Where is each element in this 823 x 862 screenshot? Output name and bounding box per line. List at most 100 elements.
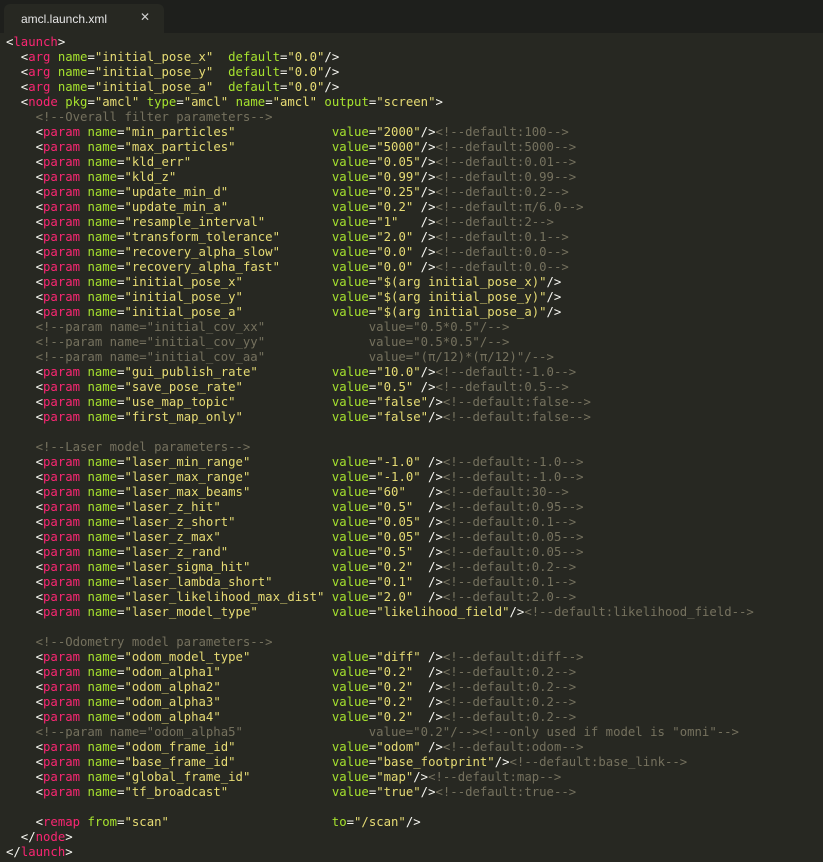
code-text: = [117, 155, 125, 169]
code-text: < [6, 665, 44, 679]
xml-attribute-value: "odom_model_type" [124, 650, 251, 664]
xml-attribute-name: name [87, 200, 118, 214]
code-line[interactable]: <param name="initial_pose_y" value="$(ar… [6, 290, 823, 305]
code-line[interactable]: <param name="transform_tolerance" value=… [6, 230, 823, 245]
code-text: /> [420, 185, 436, 199]
code-text: = [117, 755, 125, 769]
xml-attribute-value: "0.5" [376, 500, 414, 514]
code-line[interactable]: <param name="odom_alpha2" value="0.2" />… [6, 680, 823, 695]
code-line[interactable]: <param name="odom_model_type" value="dif… [6, 650, 823, 665]
code-line[interactable] [6, 425, 823, 440]
code-line[interactable] [6, 800, 823, 815]
code-text: < [6, 755, 44, 769]
code-line[interactable]: <param name="save_pose_rate" value="0.5"… [6, 380, 823, 395]
tab-amcl-launch-xml[interactable]: amcl.launch.xml ✕ [4, 4, 164, 33]
code-line[interactable]: </launch> [6, 845, 823, 860]
xml-attribute-name: value [331, 515, 369, 529]
code-line[interactable]: <param name="initial_pose_x" value="$(ar… [6, 275, 823, 290]
code-line[interactable]: <param name="resample_interval" value="1… [6, 215, 823, 230]
code-line[interactable]: <param name="laser_min_range" value="-1.… [6, 455, 823, 470]
xml-attribute-value: "recovery_alpha_slow" [124, 245, 280, 259]
code-text: < [6, 245, 44, 259]
xml-attribute-name: default [228, 80, 280, 94]
xml-attribute-value: "resample_interval" [124, 215, 266, 229]
code-line[interactable]: <!--param name="initial_cov_xx" value="0… [6, 320, 823, 335]
code-line[interactable]: <param name="use_map_topic" value="false… [6, 395, 823, 410]
code-line[interactable]: <remap from="scan" to="/scan"/> [6, 815, 823, 830]
code-line[interactable]: <param name="laser_likelihood_max_dist" … [6, 590, 823, 605]
code-line[interactable]: <param name="odom_alpha1" value="0.2" />… [6, 665, 823, 680]
code-line[interactable]: <param name="max_particles" value="5000"… [6, 140, 823, 155]
xml-attribute-value: "0.0" [287, 80, 325, 94]
code-line[interactable]: <node pkg="amcl" type="amcl" name="amcl"… [6, 95, 823, 110]
code-line[interactable]: <!--param name="initial_cov_yy" value="0… [6, 335, 823, 350]
code-area[interactable]: <launch> <arg name="initial_pose_x" defa… [6, 35, 823, 860]
code-text: < [6, 410, 44, 424]
xml-tag-name: param [43, 305, 81, 319]
code-line[interactable]: <param name="tf_broadcast" value="true"/… [6, 785, 823, 800]
xml-tag-name: param [43, 470, 81, 484]
code-line[interactable]: <launch> [6, 35, 823, 50]
code-line[interactable]: <!--param name="odom_alpha5" value="0.2"… [6, 725, 823, 740]
code-line[interactable]: <param name="kld_z" value="0.99"/><!--de… [6, 170, 823, 185]
code-text: /> [413, 680, 443, 694]
code-line[interactable]: <param name="laser_lambda_short" value="… [6, 575, 823, 590]
code-line[interactable]: <param name="laser_z_rand" value="0.5" /… [6, 545, 823, 560]
code-line[interactable]: <arg name="initial_pose_a" default="0.0"… [6, 80, 823, 95]
xml-attribute-value: "odom_alpha3" [124, 695, 221, 709]
code-line[interactable]: <param name="laser_sigma_hit" value="0.2… [6, 560, 823, 575]
code-text: /> [413, 500, 443, 514]
code-line[interactable]: <param name="laser_z_hit" value="0.5" />… [6, 500, 823, 515]
code-line[interactable]: <param name="gui_publish_rate" value="10… [6, 365, 823, 380]
code-text: < [6, 365, 44, 379]
code-line[interactable]: <!--Laser model parameters--> [6, 440, 823, 455]
code-text: = [117, 560, 125, 574]
code-line[interactable]: <param name="odom_alpha3" value="0.2" />… [6, 695, 823, 710]
code-line[interactable]: <param name="laser_z_short" value="0.05"… [6, 515, 823, 530]
code-line[interactable]: <param name="initial_pose_a" value="$(ar… [6, 305, 823, 320]
xml-attribute-name: value [331, 365, 369, 379]
code-line[interactable]: <arg name="initial_pose_y" default="0.0"… [6, 65, 823, 80]
code-line[interactable]: <param name="global_frame_id" value="map… [6, 770, 823, 785]
code-line[interactable]: <param name="min_particles" value="2000"… [6, 125, 823, 140]
xml-attribute-name: name [87, 650, 118, 664]
code-line[interactable] [6, 620, 823, 635]
code-line[interactable]: <param name="laser_max_beams" value="60"… [6, 485, 823, 500]
code-line[interactable]: <!--param name="initial_cov_aa" value="(… [6, 350, 823, 365]
code-text: < [6, 785, 44, 799]
code-line[interactable]: <!--Overall filter parameters--> [6, 110, 823, 125]
code-line[interactable]: <param name="laser_z_max" value="0.05" /… [6, 530, 823, 545]
code-line[interactable]: </node> [6, 830, 823, 845]
close-icon[interactable]: ✕ [140, 10, 150, 24]
code-line[interactable]: <arg name="initial_pose_x" default="0.0"… [6, 50, 823, 65]
code-line[interactable]: <param name="laser_max_range" value="-1.… [6, 470, 823, 485]
xml-tag-name: node [35, 830, 66, 844]
xml-tag-name: param [43, 380, 81, 394]
code-line[interactable]: <param name="odom_alpha4" value="0.2" />… [6, 710, 823, 725]
code-line[interactable]: <param name="base_frame_id" value="base_… [6, 755, 823, 770]
xml-comment: <!--default:30--> [442, 485, 569, 499]
code-line[interactable]: <param name="first_map_only" value="fals… [6, 410, 823, 425]
code-line[interactable]: <param name="recovery_alpha_fast" value=… [6, 260, 823, 275]
code-line[interactable]: <!--Odometry model parameters--> [6, 635, 823, 650]
code-line[interactable]: <param name="kld_err" value="0.05"/><!--… [6, 155, 823, 170]
xml-attribute-value: "base_frame_id" [124, 755, 236, 769]
code-editor-window: amcl.launch.xml ✕ <launch> <arg name="in… [0, 0, 823, 862]
xml-attribute-name: value [331, 470, 369, 484]
code-line[interactable]: <param name="update_min_d" value="0.25"/… [6, 185, 823, 200]
code-line[interactable]: <param name="recovery_alpha_slow" value=… [6, 245, 823, 260]
xml-comment: <!--default:0.05--> [442, 530, 584, 544]
code-text: = [117, 485, 125, 499]
xml-tag-name: param [43, 200, 81, 214]
code-line[interactable]: <param name="laser_model_type" value="li… [6, 605, 823, 620]
code-line[interactable]: <param name="update_min_a" value="0.2" /… [6, 200, 823, 215]
xml-tag-name: arg [28, 80, 51, 94]
code-text: = [117, 545, 125, 559]
code-line[interactable]: <param name="odom_frame_id" value="odom"… [6, 740, 823, 755]
code-text: = [176, 95, 184, 109]
xml-attribute-name: name [87, 530, 118, 544]
